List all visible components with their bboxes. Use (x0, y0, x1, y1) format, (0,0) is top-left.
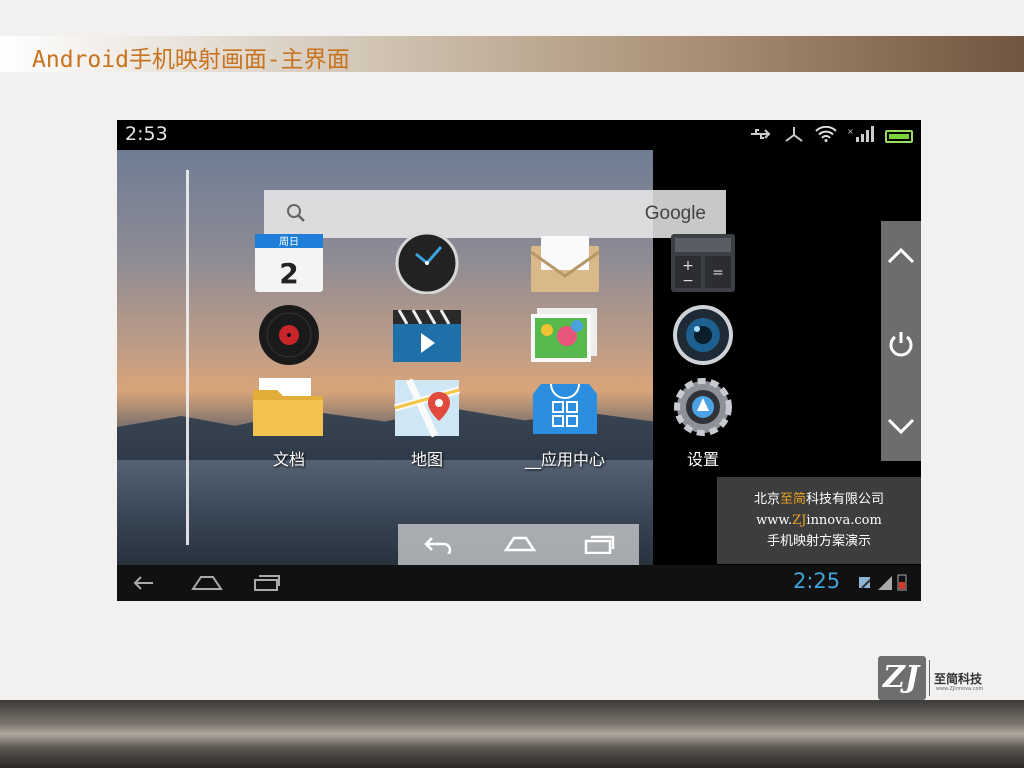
back-icon[interactable] (133, 573, 163, 593)
calendar-day-header: 周日 (279, 236, 299, 248)
power-icon[interactable] (886, 329, 916, 357)
logo-company-name: 至简科技 (934, 672, 983, 686)
home-icon[interactable] (191, 573, 223, 593)
google-search-bar[interactable]: Google (264, 190, 726, 238)
usb-debug-icon (783, 126, 805, 146)
recent-apps-icon[interactable] (584, 534, 616, 554)
status-clock: 2:53 (125, 123, 168, 145)
company-demo-caption: 手机映射方案演示 (766, 534, 871, 549)
battery-icon (897, 574, 907, 591)
company-watermark: 北京至简科技有限公司 www.ZJinnova.com 手机映射方案演示 (717, 477, 921, 564)
settings-icon (665, 376, 741, 438)
app-maps[interactable]: 地图 (372, 376, 482, 469)
email-icon (527, 232, 603, 294)
chevron-down-icon[interactable] (886, 415, 916, 437)
svg-text:−: − (682, 273, 694, 289)
app-center-icon (527, 376, 603, 438)
recent-apps-icon[interactable] (253, 573, 283, 593)
status-icons: × (749, 125, 913, 146)
slide-title: Android手机映射画面-主界面 (32, 47, 350, 73)
clock-icon (389, 231, 465, 295)
phone-screen[interactable]: 2:53 × Google 周日 2 + − = 文档 地图 __应用中心 设置… (117, 120, 921, 601)
slide-footer-banner (0, 700, 1024, 768)
zj-logo-mark: ZJ (883, 660, 920, 695)
notification-icon[interactable] (857, 575, 873, 591)
search-icon (287, 204, 305, 222)
slide-title-bar: Android手机映射画面-主界面 (0, 36, 1024, 73)
map-icon (389, 376, 465, 438)
logo-divider (929, 660, 930, 696)
home-icon[interactable] (504, 534, 536, 554)
side-control-panel (881, 221, 921, 461)
battery-icon (885, 129, 913, 143)
app-app-center[interactable]: __应用中心 (510, 376, 620, 469)
wifi-icon (815, 125, 837, 146)
chevron-up-icon[interactable] (886, 245, 916, 267)
status-bar: 2:53 × (117, 120, 921, 150)
app-documents[interactable]: 文档 (234, 376, 344, 469)
bottom-clock: 2:25 (793, 569, 841, 593)
system-nav-bar: 2:25 (117, 565, 921, 601)
svg-text:=: = (712, 265, 724, 281)
app-label: 文档 (272, 450, 305, 469)
calendar-date: 2 (279, 257, 298, 290)
svg-text:+: + (682, 258, 694, 274)
calendar-icon: 周日 2 (251, 232, 327, 294)
google-label: Google (644, 203, 706, 224)
gallery-icon (527, 304, 603, 366)
camera-icon (665, 304, 741, 366)
logo-url: www.ZJinnova.com (936, 686, 984, 692)
app-label: __应用中心 (524, 450, 605, 469)
svg-text:×: × (847, 127, 854, 136)
launcher-scroll-indicator (186, 170, 189, 545)
music-icon (251, 304, 327, 366)
app-settings[interactable]: 设置 (648, 376, 758, 469)
usb-icon (749, 127, 773, 145)
signal-icon: × (847, 126, 875, 146)
launcher-nav-overlay (398, 524, 639, 565)
company-name: 北京至简科技有限公司 (753, 492, 885, 507)
company-url: www.ZJinnova.com (756, 513, 882, 528)
app-label: 设置 (686, 450, 719, 469)
signal-icon (878, 576, 892, 590)
calculator-icon: + − = (665, 232, 741, 294)
zj-logo: ZJ (878, 656, 926, 700)
video-icon (389, 304, 465, 366)
folder-icon (251, 376, 327, 438)
app-label: 地图 (410, 450, 443, 469)
back-icon[interactable] (424, 534, 454, 554)
